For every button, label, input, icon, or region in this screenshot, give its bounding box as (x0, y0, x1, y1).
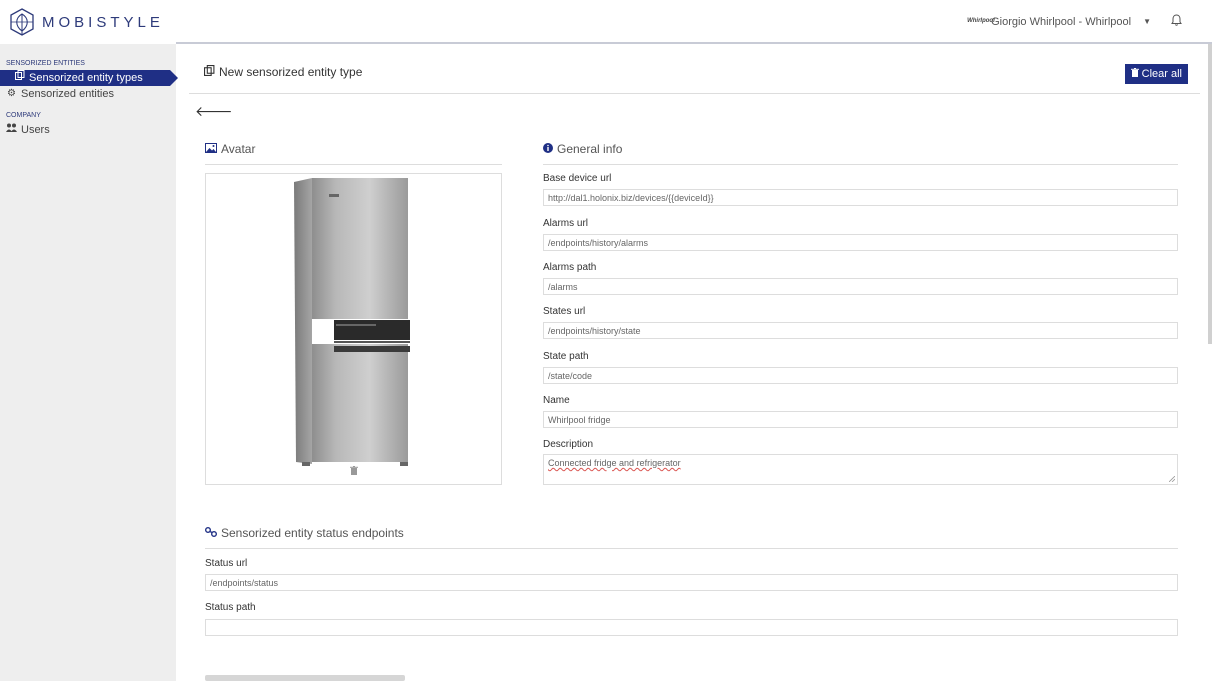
user-name: Giorgio Whirlpool - Whirlpool (991, 15, 1132, 28)
page-title: New sensorized entity type (204, 65, 362, 79)
resize-handle-icon[interactable] (1169, 476, 1175, 482)
users-icon (6, 122, 17, 138)
cogs-icon: ⚙ (7, 88, 16, 99)
description-value: Connected fridge and refrigerator (548, 458, 681, 468)
status-endpoints-section-header: Sensorized entity status endpoints (205, 526, 1178, 549)
state-path-field[interactable] (543, 367, 1178, 384)
sidebar-item-sensorized-entities[interactable]: ⚙ Sensorized entities (0, 86, 176, 102)
mobistyle-logo-icon (10, 8, 34, 36)
name-label: Name (543, 395, 570, 406)
sidebar: MOBISTYLE SENSORIZED ENTITIES Sensorized… (0, 0, 178, 681)
clear-all-button[interactable]: Clear all (1124, 64, 1188, 84)
general-info-section-header: General info (543, 142, 1178, 165)
copy-icon (204, 65, 215, 79)
base-device-url-field[interactable] (543, 189, 1178, 206)
trash-icon (1130, 64, 1139, 84)
avatar-image-box[interactable] (205, 173, 502, 485)
brand-logo[interactable]: MOBISTYLE (0, 0, 176, 44)
page-title-text: New sensorized entity type (219, 65, 363, 79)
status-url-field[interactable] (205, 574, 1178, 591)
status-path-label: Status path (205, 602, 256, 613)
alarms-url-field[interactable] (543, 234, 1178, 251)
page-header: New sensorized entity type Clear all (189, 54, 1200, 94)
copy-icon (14, 70, 25, 86)
description-field[interactable]: Connected fridge and refrigerator (543, 454, 1178, 485)
main-content: New sensorized entity type Clear all 🡐 A… (189, 46, 1200, 681)
alarms-path-label: Alarms path (543, 262, 597, 273)
link-icon (205, 526, 217, 540)
sidebar-section-sensorized-entities: SENSORIZED ENTITIES (6, 60, 85, 67)
status-url-label: Status url (205, 558, 248, 569)
sidebar-item-sensorized-entity-types[interactable]: Sensorized entity types (0, 70, 178, 86)
sidebar-section-company: COMPANY (6, 112, 41, 119)
states-url-label: States url (543, 306, 586, 317)
sidebar-item-users[interactable]: Users (0, 122, 176, 138)
description-label: Description (543, 439, 594, 450)
alarms-url-label: Alarms url (543, 218, 589, 229)
status-endpoints-title: Sensorized entity status endpoints (221, 526, 404, 540)
top-bar: Whirlpool Giorgio Whirlpool - Whirlpool … (176, 0, 1212, 44)
name-field[interactable] (543, 411, 1178, 428)
sidebar-item-label: Sensorized entities (21, 88, 114, 100)
status-path-field[interactable] (205, 619, 1178, 636)
info-circle-icon (543, 142, 553, 156)
state-path-label: State path (543, 351, 589, 362)
fridge-image (294, 178, 410, 466)
sidebar-item-label: Sensorized entity types (29, 72, 143, 84)
base-device-url-label: Base device url (543, 173, 612, 184)
bell-icon[interactable] (1171, 14, 1182, 29)
company-logo: Whirlpool (967, 18, 995, 24)
avatar-section-header: Avatar (205, 142, 502, 165)
avatar-title: Avatar (221, 142, 256, 156)
image-icon (205, 142, 217, 156)
clear-all-label: Clear all (1141, 68, 1182, 80)
sidebar-item-label: Users (21, 124, 50, 136)
alarms-path-field[interactable] (543, 278, 1178, 295)
user-menu[interactable]: Whirlpool Giorgio Whirlpool - Whirlpool … (967, 14, 1182, 29)
arrow-left-icon[interactable]: 🡐 (195, 103, 233, 120)
states-url-field[interactable] (543, 322, 1178, 339)
page-scrollbar[interactable] (1208, 44, 1212, 344)
chevron-down-icon[interactable]: ▼ (1143, 17, 1151, 26)
general-info-title: General info (557, 142, 623, 156)
brand-name: MOBISTYLE (42, 13, 164, 31)
remove-avatar-trash-icon[interactable] (350, 466, 358, 478)
next-section-header-partial (205, 675, 405, 681)
